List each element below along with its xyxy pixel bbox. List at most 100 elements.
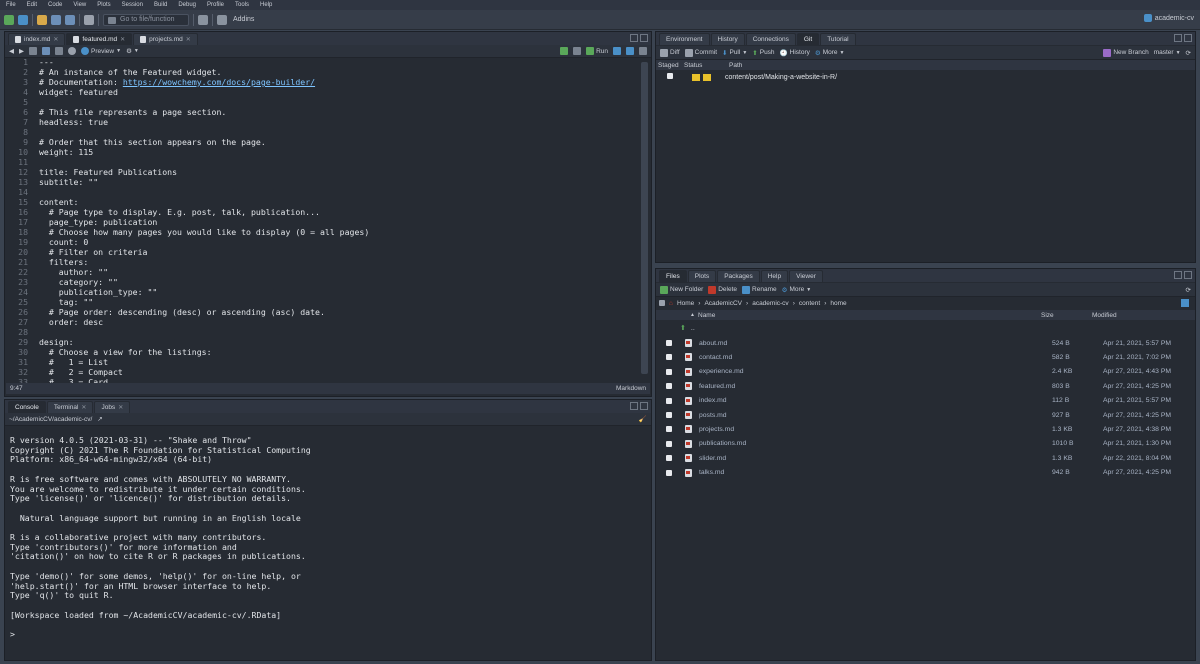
- new-blank-file-icon[interactable]: [1181, 299, 1189, 307]
- file-name-link[interactable]: slider.md: [699, 455, 1052, 462]
- settings-button[interactable]: ⚙ ▼: [126, 47, 139, 55]
- tab-console[interactable]: Console: [8, 401, 46, 413]
- file-checkbox[interactable]: [666, 397, 672, 404]
- menu-item-plots[interactable]: Plots: [97, 2, 110, 8]
- back-icon[interactable]: ◀: [9, 47, 14, 55]
- file-name-link[interactable]: experience.md: [699, 368, 1052, 375]
- tab-packages[interactable]: Packages: [717, 270, 760, 282]
- minimize-icon[interactable]: [1174, 34, 1182, 42]
- refresh-icon[interactable]: ⟳: [1186, 49, 1191, 57]
- file-checkbox[interactable]: [666, 426, 672, 433]
- file-checkbox[interactable]: [666, 368, 672, 375]
- go-to-directory-icon[interactable]: ↗: [97, 415, 102, 423]
- file-row[interactable]: publications.md 1010 B Apr 21, 2021, 1:30 …: [656, 437, 1194, 451]
- parent-directory-row[interactable]: ⬆ ..: [656, 321, 1195, 335]
- diff-button[interactable]: Diff: [660, 48, 680, 57]
- outline-icon[interactable]: [639, 47, 647, 55]
- tab-jobs[interactable]: Jobs ✕: [94, 401, 131, 413]
- status-header[interactable]: Status: [684, 62, 729, 69]
- tab-index-md[interactable]: index.md ✕: [8, 33, 66, 45]
- tab-connections[interactable]: Connections: [745, 33, 796, 45]
- file-checkbox[interactable]: [666, 383, 672, 390]
- tab-plots[interactable]: Plots: [687, 270, 717, 282]
- file-row[interactable]: about.md 524 B Apr 21, 2021, 5:57 PM: [656, 336, 1194, 350]
- select-all-checkbox[interactable]: [659, 300, 665, 306]
- editor-scrollbar[interactable]: [641, 62, 648, 374]
- file-name-link[interactable]: featured.md: [699, 383, 1052, 390]
- tab-viewer[interactable]: Viewer: [789, 270, 823, 282]
- open-folder-icon[interactable]: [37, 14, 47, 25]
- breadcrumb-home[interactable]: Home: [677, 300, 694, 307]
- file-checkbox[interactable]: [666, 440, 672, 447]
- file-checkbox[interactable]: [666, 469, 672, 476]
- menu-item-debug[interactable]: Debug: [178, 2, 196, 8]
- minimize-icon[interactable]: [630, 402, 638, 410]
- path-header[interactable]: Path: [729, 62, 742, 69]
- tab-environment[interactable]: Environment: [659, 33, 710, 45]
- file-name-link[interactable]: index.md: [699, 397, 1052, 404]
- goto-file-input[interactable]: Go to file/function: [103, 13, 189, 26]
- breadcrumb-home-folder[interactable]: home: [830, 300, 846, 307]
- home-icon[interactable]: ⌂: [669, 300, 673, 307]
- console-output[interactable]: R version 4.0.5 (2021-03-31) -- "Shake a…: [10, 435, 640, 640]
- menu-item-profile[interactable]: Profile: [207, 2, 224, 8]
- push-button[interactable]: ⬆ Push: [752, 49, 774, 57]
- tab-history[interactable]: History: [710, 33, 745, 45]
- file-name-link[interactable]: about.md: [699, 340, 1052, 347]
- menu-item-edit[interactable]: Edit: [27, 2, 37, 8]
- rerun-icon[interactable]: [613, 47, 621, 55]
- new-branch-button[interactable]: New Branch: [1103, 48, 1149, 57]
- new-folder-button[interactable]: New Folder: [660, 285, 703, 294]
- close-icon[interactable]: ✕: [120, 34, 125, 46]
- maximize-icon[interactable]: [1184, 271, 1192, 279]
- preview-button[interactable]: Preview ▼: [81, 47, 121, 55]
- commit-button[interactable]: Commit: [684, 48, 717, 57]
- file-type-selector[interactable]: Markdown: [616, 385, 646, 392]
- save-icon[interactable]: [42, 47, 50, 55]
- close-icon[interactable]: ✕: [186, 34, 191, 46]
- name-header[interactable]: Name: [698, 312, 1041, 319]
- branch-selector[interactable]: master ▼: [1154, 49, 1181, 56]
- go-to-icon[interactable]: [573, 47, 582, 55]
- rename-button[interactable]: Rename: [742, 285, 777, 294]
- history-button[interactable]: 🕘 History: [780, 49, 810, 57]
- staged-checkbox[interactable]: [667, 73, 673, 79]
- menu-item-file[interactable]: File: [6, 2, 16, 8]
- spellcheck-icon[interactable]: [55, 47, 63, 55]
- maximize-icon[interactable]: [640, 34, 648, 42]
- new-project-icon[interactable]: [18, 14, 28, 25]
- clear-console-icon[interactable]: 🧹: [639, 415, 647, 423]
- minimize-icon[interactable]: [630, 34, 638, 42]
- file-checkbox[interactable]: [666, 455, 672, 462]
- file-checkbox[interactable]: [666, 340, 672, 346]
- file-checkbox[interactable]: [666, 412, 672, 418]
- menu-item-build[interactable]: Build: [154, 2, 167, 8]
- tab-help[interactable]: Help: [760, 270, 789, 282]
- print-icon[interactable]: [84, 14, 94, 25]
- code-editor[interactable]: 1 --- 2 # An instance of the Featured widge…: [6, 57, 640, 387]
- git-icon[interactable]: [198, 14, 208, 25]
- staged-header[interactable]: Staged: [656, 62, 684, 69]
- save-icon[interactable]: [51, 14, 61, 25]
- maximize-icon[interactable]: [1184, 34, 1192, 42]
- modified-header[interactable]: Modified: [1092, 312, 1117, 319]
- more-button[interactable]: ⚙ More ▼: [815, 49, 845, 57]
- forward-icon[interactable]: ▶: [19, 47, 24, 55]
- file-row[interactable]: index.md 112 B Apr 21, 2021, 5:57 PM: [656, 394, 1194, 408]
- tab-files[interactable]: Files: [659, 270, 687, 282]
- file-name-link[interactable]: posts.md: [699, 412, 1052, 419]
- minimize-icon[interactable]: [1174, 271, 1182, 279]
- file-row[interactable]: slider.md 1.3 KB Apr 22, 2021, 8:04 PM: [656, 451, 1194, 465]
- file-row[interactable]: contact.md 582 B Apr 21, 2021, 7:02 PM: [656, 350, 1194, 364]
- close-icon[interactable]: ✕: [81, 402, 86, 414]
- file-name-link[interactable]: projects.md: [699, 426, 1052, 433]
- new-file-icon[interactable]: [4, 14, 14, 25]
- delete-button[interactable]: Delete: [708, 285, 737, 294]
- addins-menu[interactable]: Addins: [233, 16, 254, 23]
- pane-layout-icon[interactable]: [217, 14, 227, 25]
- refresh-icon[interactable]: ⟳: [1186, 286, 1191, 294]
- tab-terminal[interactable]: Terminal ✕: [46, 401, 94, 414]
- tab-projects-md[interactable]: projects.md ✕: [133, 33, 198, 45]
- file-name-link[interactable]: publications.md: [699, 440, 1052, 447]
- file-checkbox[interactable]: [666, 354, 672, 361]
